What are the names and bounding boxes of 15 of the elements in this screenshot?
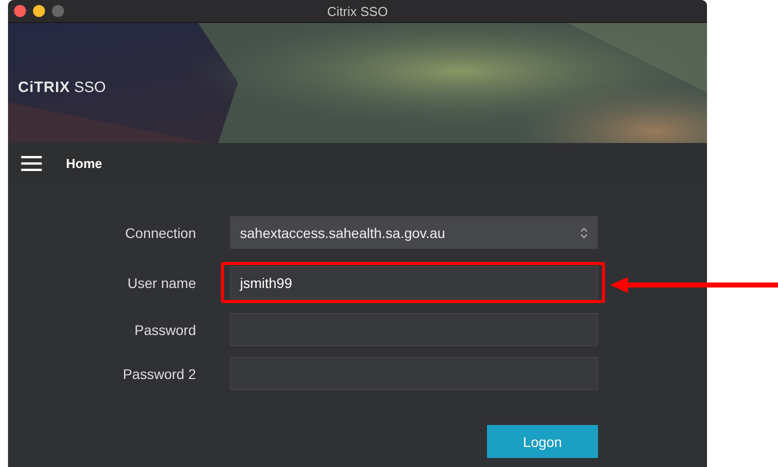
field-label: Password 2 <box>122 366 196 382</box>
connection-dropdown[interactable]: sahextaccess.sahealth.sa.gov.au <box>230 216 598 249</box>
field-label: Password <box>134 322 196 338</box>
field-label: Connection <box>124 224 196 240</box>
input-field[interactable]: jsmith99 <box>230 266 598 299</box>
minimize-icon[interactable] <box>33 5 45 17</box>
window-title: Citrix SSO <box>327 4 388 18</box>
product-name: SSO <box>74 79 106 96</box>
close-icon[interactable] <box>14 5 26 17</box>
chevron-icon <box>580 226 588 238</box>
logo: CiTRIX <box>18 79 70 96</box>
zoom-icon[interactable] <box>52 5 64 17</box>
page-title: Home <box>66 156 102 170</box>
menu-icon[interactable] <box>21 156 42 170</box>
field-label: User name <box>126 274 196 290</box>
